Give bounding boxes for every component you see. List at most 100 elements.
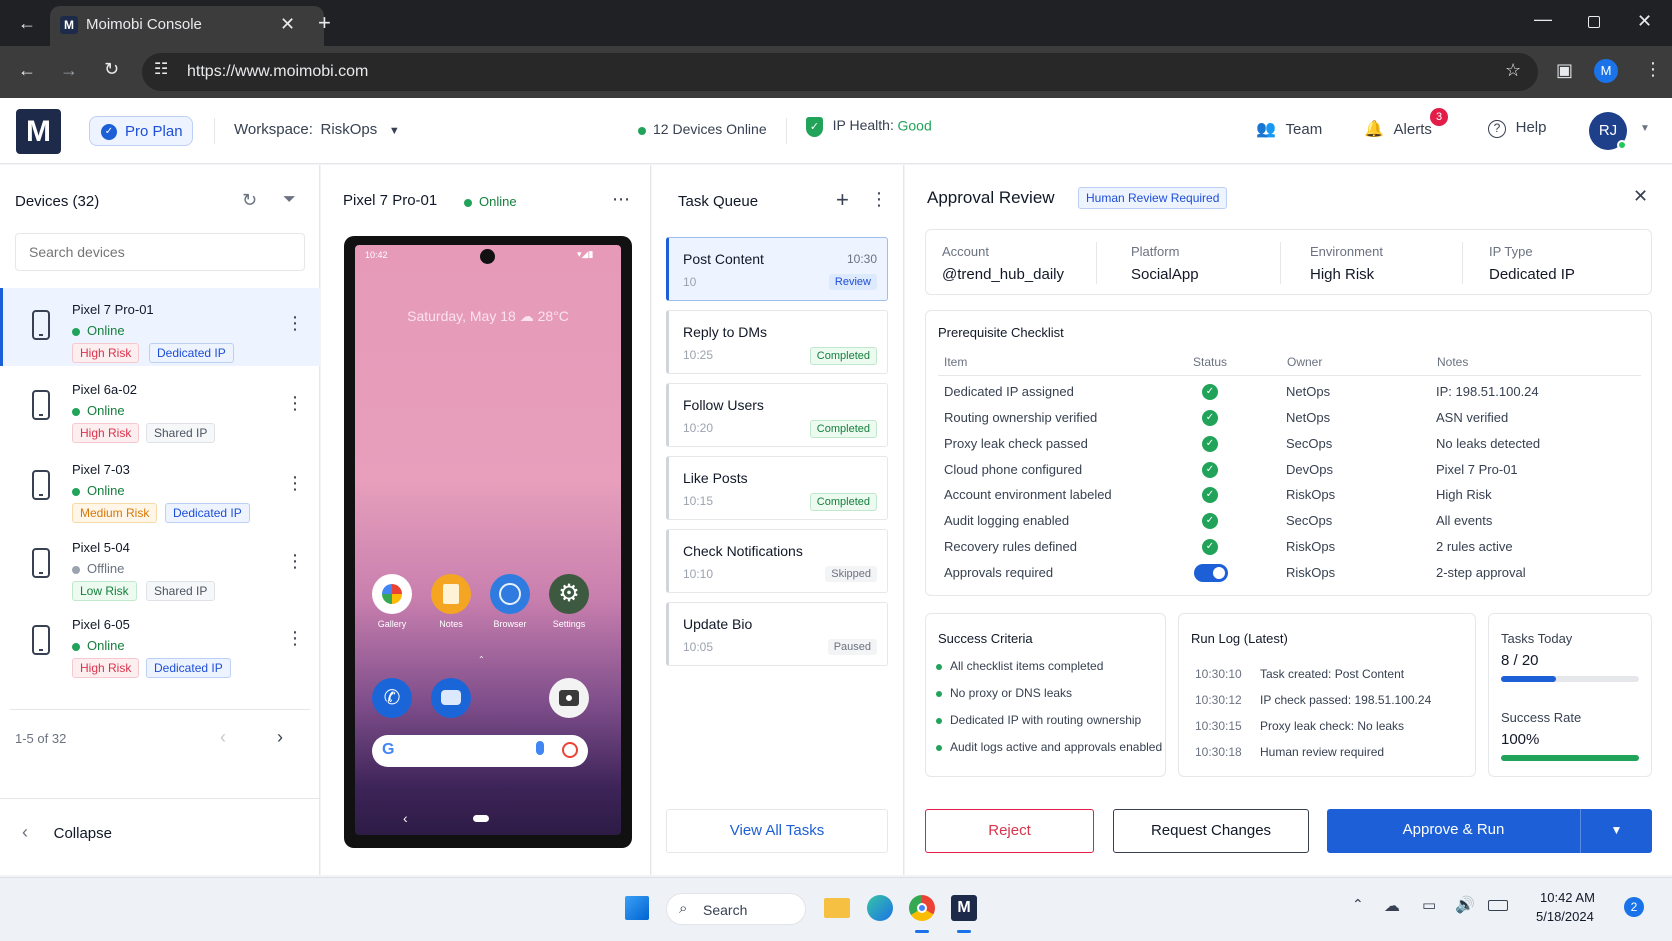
taskbar-search[interactable]: ⌕ Search <box>666 893 806 925</box>
plan-badge[interactable]: ✓ Pro Plan <box>89 116 193 146</box>
device-status-text: Offline <box>87 561 125 576</box>
help-button[interactable]: ? Help <box>1488 119 1546 138</box>
risk-badge: Medium Risk <box>72 503 158 523</box>
device-row[interactable]: Pixel 7-03 Online Medium Risk Dedicated … <box>0 448 320 526</box>
reject-button[interactable]: Reject <box>925 809 1094 853</box>
restore-icon[interactable] <box>1588 16 1600 28</box>
device-menu-icon[interactable]: ⋮ <box>286 551 304 572</box>
file-explorer-icon[interactable] <box>824 898 850 918</box>
device-menu-icon[interactable]: ⋮ <box>286 628 304 649</box>
collapse-button[interactable]: ‹ Collapse <box>22 822 112 843</box>
workspace-selector[interactable]: Workspace: RiskOps ▼ <box>234 121 400 138</box>
onedrive-icon[interactable]: ☁ <box>1384 896 1400 916</box>
device-status-text: Online <box>87 483 125 498</box>
prev-page-icon[interactable]: ‹ <box>220 727 226 748</box>
user-avatar[interactable]: RJ <box>1589 112 1627 150</box>
next-page-icon[interactable]: › <box>277 727 283 748</box>
task-card[interactable]: Check Notifications 10:10 Skipped <box>666 529 888 593</box>
request-changes-button[interactable]: Request Changes <box>1113 809 1309 853</box>
phone-screen[interactable]: 10:42 ▾◢▮ Saturday, May 18 ☁ 28°C Galler… <box>355 245 621 835</box>
nav-home-pill[interactable] <box>473 815 489 822</box>
back-history-icon[interactable]: ← <box>18 14 36 32</box>
forward-icon[interactable]: → <box>60 61 78 79</box>
device-status-text: Online <box>87 638 125 653</box>
close-window-icon[interactable]: ✕ <box>1637 12 1652 30</box>
view-all-tasks-button[interactable]: View All Tasks <box>666 809 888 853</box>
device-row[interactable]: Pixel 5-04 Offline Low Risk Shared IP ⋮ <box>0 526 320 604</box>
search-devices-input[interactable] <box>15 233 305 271</box>
browser-tab[interactable]: M Moimobi Console ✕ <box>50 6 324 46</box>
task-card[interactable]: Like Posts 10:15 Completed <box>666 456 888 520</box>
approval-title: Approval Review <box>927 188 1055 207</box>
display-icon[interactable]: ▭ <box>1422 896 1436 914</box>
summary-label: Environment <box>1310 244 1383 259</box>
filter-icon[interactable]: ⏷ <box>283 191 296 209</box>
checklist-notes: 2 rules active <box>1436 539 1513 554</box>
back-icon[interactable]: ← <box>18 61 36 79</box>
approve-options-button[interactable]: ▼ <box>1580 809 1652 853</box>
browser-icon[interactable] <box>490 574 530 614</box>
close-tab-icon[interactable]: ✕ <box>280 15 295 33</box>
moimobi-taskbar-icon[interactable]: M <box>951 895 977 921</box>
task-card[interactable]: Follow Users 10:20 Completed <box>666 383 888 447</box>
tray-chevron-up-icon[interactable]: ⌃ <box>1352 896 1364 913</box>
bookmark-star-icon[interactable]: ☆ <box>1505 61 1521 79</box>
device-name: Pixel 7 Pro-01 <box>72 302 154 317</box>
device-row[interactable]: Pixel 6-05 Online High Risk Dedicated IP… <box>0 603 320 681</box>
refresh-icon[interactable]: ↻ <box>242 190 257 211</box>
minimize-icon[interactable]: — <box>1534 10 1552 28</box>
battery-icon[interactable] <box>1488 900 1508 911</box>
gallery-icon[interactable] <box>372 574 412 614</box>
lens-icon[interactable] <box>562 742 578 758</box>
phone-dialer-icon[interactable]: ✆ <box>372 678 412 718</box>
edge-icon[interactable] <box>867 895 893 921</box>
device-menu-icon[interactable]: ⋮ <box>286 393 304 414</box>
summary-value: Dedicated IP <box>1489 266 1575 283</box>
user-menu-chevron-icon[interactable]: ▼ <box>1640 123 1650 134</box>
volume-icon[interactable]: 🔊 <box>1455 895 1475 915</box>
device-row[interactable]: Pixel 7 Pro-01 Online High Risk Dedicate… <box>0 288 320 366</box>
device-menu-icon[interactable]: ⋮ <box>286 313 304 334</box>
approve-run-button[interactable]: Approve & Run <box>1327 809 1580 853</box>
phone-search-bar[interactable]: G <box>372 735 588 767</box>
notifications-badge[interactable]: 2 <box>1624 897 1644 917</box>
camera-icon[interactable] <box>549 678 589 718</box>
extensions-icon[interactable]: ▣ <box>1556 61 1573 79</box>
alerts-button[interactable]: 🔔 Alerts <box>1364 119 1432 139</box>
settings-icon[interactable]: ⚙ <box>549 574 589 614</box>
windows-start-icon[interactable] <box>625 896 649 920</box>
reload-icon[interactable]: ↻ <box>104 60 119 78</box>
moimobi-logo[interactable]: M <box>16 109 61 154</box>
mic-icon[interactable] <box>536 741 544 755</box>
shield-check-icon: ✓ <box>806 117 823 137</box>
add-task-icon[interactable]: + <box>836 187 849 213</box>
ip-badge: Dedicated IP <box>149 343 234 363</box>
checklist-item: Approvals required <box>944 565 1054 580</box>
clock-time[interactable]: 10:42 AM <box>1540 890 1595 905</box>
phone-menu-icon[interactable]: ⋯ <box>612 189 630 210</box>
notes-icon[interactable] <box>431 574 471 614</box>
device-menu-icon[interactable]: ⋮ <box>286 473 304 494</box>
device-row[interactable]: Pixel 6a-02 Online High Risk Shared IP ⋮ <box>0 368 320 446</box>
task-card[interactable]: Reply to DMs 10:25 Completed <box>666 310 888 374</box>
site-settings-icon[interactable]: ☷ <box>154 62 168 78</box>
url-field[interactable]: ☷ https://www.moimobi.com ☆ <box>142 53 1538 91</box>
task-card[interactable]: Update Bio 10:05 Paused <box>666 602 888 666</box>
checklist-title: Prerequisite Checklist <box>938 325 1064 340</box>
task-menu-icon[interactable]: ⋮ <box>870 189 888 210</box>
new-tab-icon[interactable]: + <box>318 12 331 34</box>
nav-back-icon[interactable]: ‹ <box>403 810 408 826</box>
clock-date[interactable]: 5/18/2024 <box>1536 909 1594 924</box>
risk-badge: High Risk <box>72 423 140 443</box>
active-app-indicator <box>915 930 929 933</box>
approvals-toggle[interactable] <box>1194 564 1228 582</box>
task-status-badge: Completed <box>809 420 877 438</box>
messages-icon[interactable] <box>431 678 471 718</box>
chrome-icon[interactable] <box>909 895 935 921</box>
team-button[interactable]: 👥 Team <box>1256 119 1322 139</box>
summary-value: High Risk <box>1310 266 1375 283</box>
browser-menu-icon[interactable]: ⋮ <box>1644 60 1662 78</box>
profile-avatar[interactable]: M <box>1594 59 1618 83</box>
task-card[interactable]: Post Content 10:30 10 Review <box>666 237 888 301</box>
close-panel-icon[interactable]: ✕ <box>1633 186 1648 207</box>
